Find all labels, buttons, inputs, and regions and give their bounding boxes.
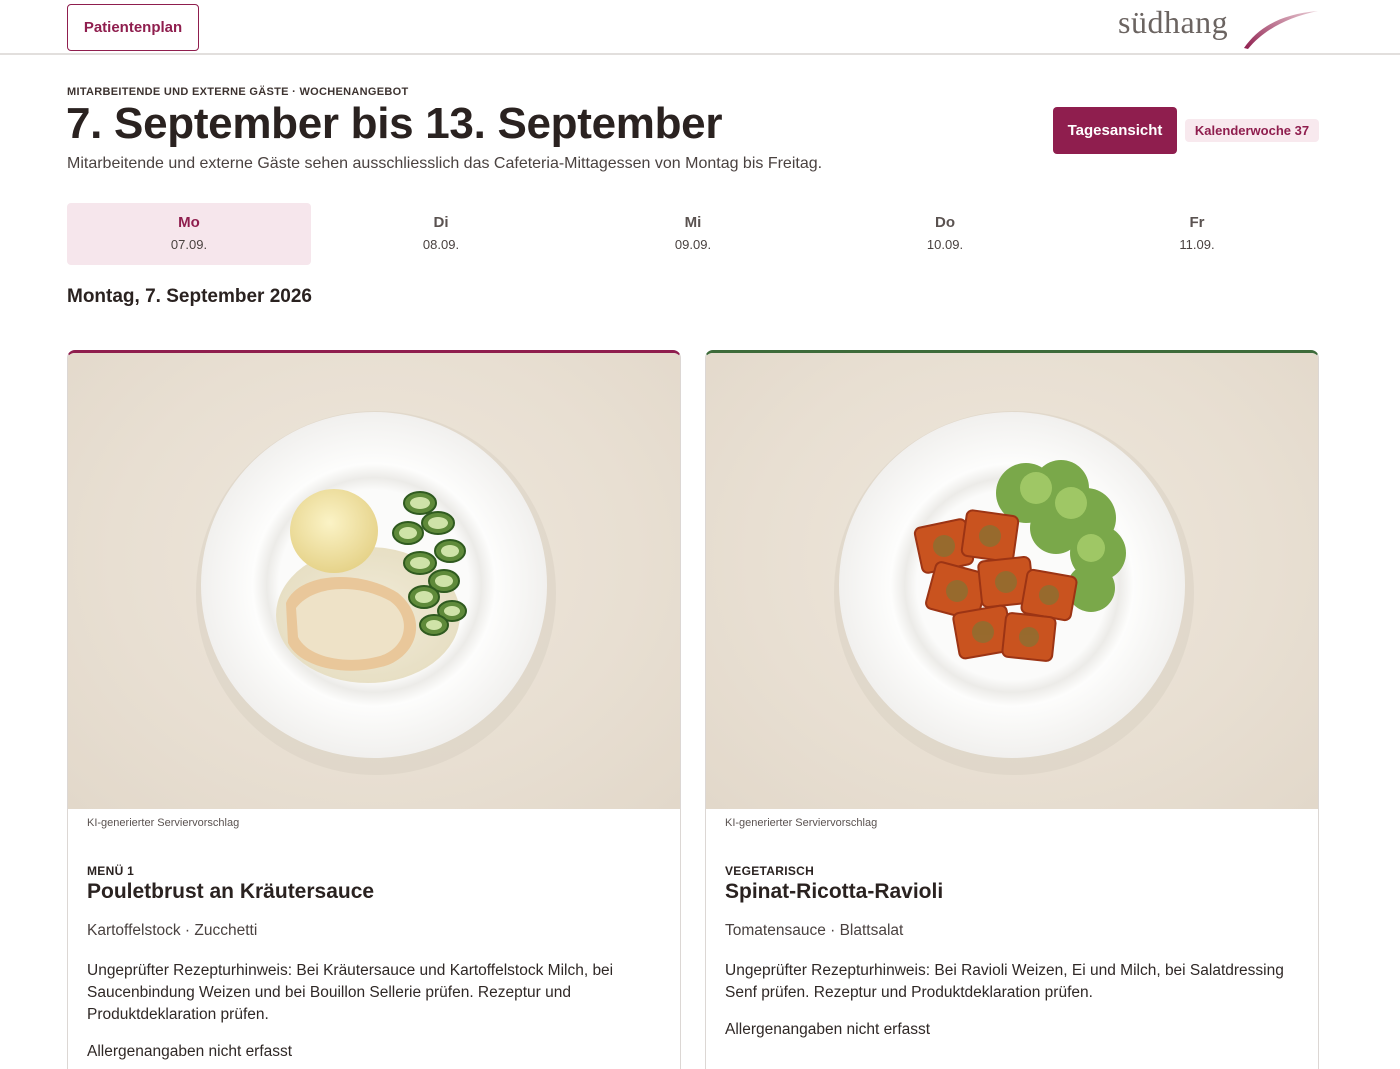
tab-day-date: 10.09. (926, 237, 964, 252)
menu-card-2: KI-generierter Serviervorschlag VEGETARI… (705, 350, 1319, 1069)
tab-day-name: Do (935, 214, 955, 231)
dish-image (706, 353, 1318, 809)
dish-title: Pouletbrust an Kräutersauce (87, 880, 375, 903)
top-bar: Patientenplan südhang (0, 0, 1400, 55)
page-eyebrow: MITARBEITENDE UND EXTERNE GÄSTE · WOCHEN… (67, 86, 409, 98)
tab-day-date: 09.09. (674, 237, 712, 252)
tab-friday[interactable]: Fr 11.09. (1075, 203, 1319, 265)
menu-category: MENÜ 1 (87, 864, 135, 878)
day-view-button[interactable]: Tagesansicht (1053, 107, 1177, 154)
day-tabs: Mo 07.09. Di 08.09. Mi 09.09. Do 10.09. … (67, 203, 1319, 265)
calendar-week-badge: Kalenderwoche 37 (1185, 119, 1319, 142)
tab-day-name: Di (433, 214, 449, 231)
dish-sides: Tomatensauce · Blattsalat (725, 922, 904, 939)
recipe-note: Ungeprüfter Rezepturhinweis: Bei Kräuter… (87, 962, 614, 1023)
allergen-status: Allergenangaben nicht erfasst (87, 1043, 293, 1060)
page-subtitle: Mitarbeitende und externe Gäste sehen au… (67, 155, 823, 172)
patient-plan-button[interactable]: Patientenplan (67, 4, 199, 51)
chicken-plate-illustration (196, 411, 556, 775)
recipe-note: Ungeprüfter Rezepturhinweis: Bei Ravioli… (725, 962, 1284, 1001)
dish-sides: Kartoffelstock · Zucchetti (87, 922, 258, 939)
selected-date-heading: Montag, 7. September 2026 (67, 286, 312, 307)
tab-day-name: Mi (684, 214, 702, 231)
image-caption: KI-generierter Serviervorschlag (725, 817, 878, 829)
logo-wordmark: südhang (1118, 4, 1229, 40)
logo-swoosh-icon (1244, 11, 1318, 49)
tab-day-date: 08.09. (422, 237, 460, 252)
tab-day-name: Fr (1189, 214, 1205, 231)
page-title: 7. September bis 13. September (66, 99, 723, 148)
dish-title: Spinat-Ricotta-Ravioli (725, 880, 944, 903)
ravioli-plate-illustration (834, 411, 1194, 775)
menu-category: VEGETARISCH (725, 864, 815, 878)
tab-tuesday[interactable]: Di 08.09. (319, 203, 563, 265)
menu-card-1: KI-generierter Serviervorschlag MENÜ 1 P… (67, 350, 681, 1069)
tab-monday[interactable]: Mo 07.09. (67, 203, 311, 265)
tab-day-date: 11.09. (1179, 237, 1215, 252)
image-caption: KI-generierter Serviervorschlag (87, 817, 240, 829)
tab-day-name: Mo (178, 214, 200, 231)
tab-day-date: 07.09. (170, 237, 208, 252)
suedhang-logo[interactable]: südhang (1118, 2, 1323, 52)
tab-thursday[interactable]: Do 10.09. (823, 203, 1067, 265)
tab-wednesday[interactable]: Mi 09.09. (571, 203, 815, 265)
dish-image (68, 353, 680, 809)
allergen-status: Allergenangaben nicht erfasst (725, 1021, 931, 1038)
